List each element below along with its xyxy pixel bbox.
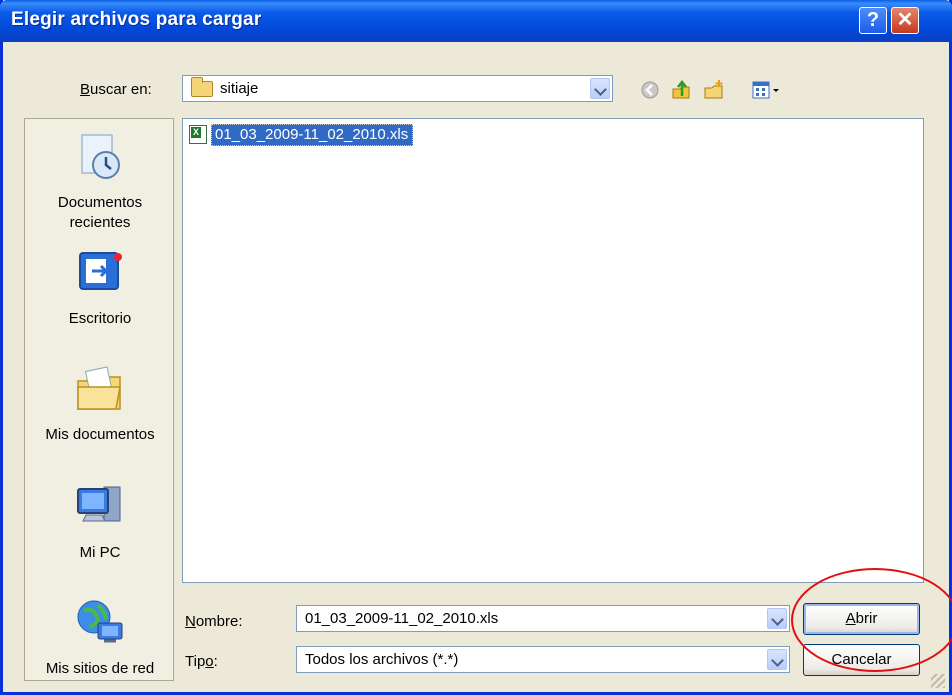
close-button[interactable]: ✕ [891, 7, 919, 34]
place-label: Mis sitios de red [45, 660, 155, 677]
back-icon[interactable] [639, 79, 661, 101]
file-name: 01_03_2009-11_02_2010.xls [211, 124, 414, 146]
look-in-label: Buscar en: [80, 81, 152, 98]
chevron-down-icon[interactable] [767, 649, 787, 670]
place-label: recientes [69, 214, 131, 231]
file-name-label: Nombre: [185, 613, 243, 630]
place-label: Mis documentos [45, 426, 155, 443]
up-folder-icon[interactable] [670, 79, 692, 101]
chevron-down-icon[interactable] [590, 78, 610, 99]
place-my-computer[interactable]: Mi PC [25, 481, 175, 563]
network-places-icon [77, 600, 123, 643]
folder-icon [191, 77, 213, 97]
resize-grip[interactable] [931, 674, 945, 688]
file-open-dialog: Elegir archivos para cargar ? ✕ Buscar e… [0, 0, 952, 695]
places-bar: Documentos recientes Escritorio Mis docu… [24, 118, 174, 681]
window-title: Elegir archivos para cargar [11, 9, 262, 30]
open-button[interactable]: Abrir [803, 603, 920, 635]
cancel-button[interactable]: Cancelar [803, 644, 920, 676]
file-type-label: Tipo: [185, 653, 218, 670]
help-button[interactable]: ? [859, 7, 887, 34]
place-label: Mi PC [79, 544, 121, 561]
file-name-value: 01_03_2009-11_02_2010.xls [305, 610, 499, 627]
new-folder-icon[interactable] [703, 79, 725, 101]
my-documents-icon [77, 366, 121, 410]
place-recent-documents[interactable]: Documentos recientes [25, 131, 175, 233]
chevron-down-icon[interactable] [767, 608, 787, 629]
excel-file-icon [189, 125, 207, 144]
view-menu-icon[interactable] [751, 79, 781, 101]
look-in-value: sitiaje [220, 80, 259, 97]
place-label: Documentos [57, 194, 143, 211]
place-my-documents[interactable]: Mis documentos [25, 363, 175, 445]
file-type-dropdown[interactable]: Todos los archivos (*.*) [296, 646, 790, 673]
place-network[interactable]: Mis sitios de red [25, 597, 175, 679]
place-desktop[interactable]: Escritorio [25, 247, 175, 329]
my-computer-icon [77, 486, 121, 522]
look-in-dropdown[interactable]: sitiaje [182, 75, 613, 102]
recent-documents-icon [81, 134, 120, 179]
desktop-icon [79, 252, 122, 290]
place-label: Escritorio [68, 310, 132, 327]
file-list[interactable]: 01_03_2009-11_02_2010.xls [182, 118, 924, 583]
file-name-input[interactable]: 01_03_2009-11_02_2010.xls [296, 605, 790, 632]
file-type-value: Todos los archivos (*.*) [305, 651, 459, 668]
title-bar[interactable]: Elegir archivos para cargar ? ✕ [0, 0, 952, 42]
